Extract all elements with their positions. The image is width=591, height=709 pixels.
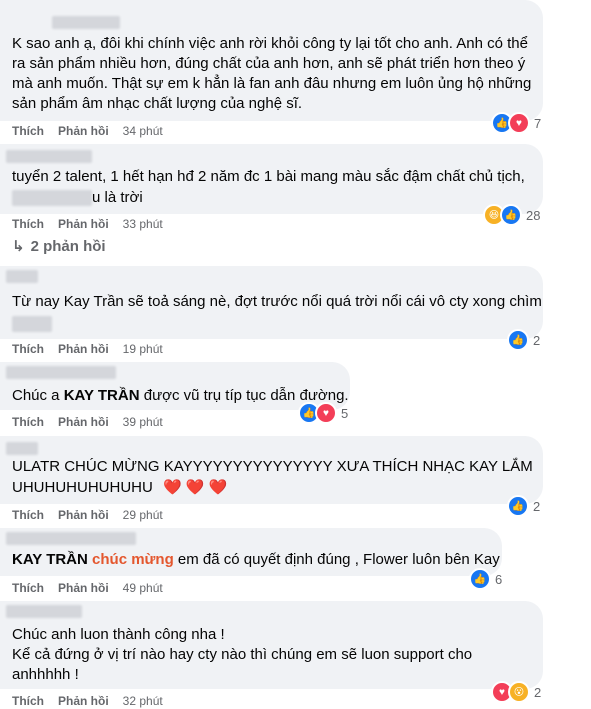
comment-text-line: Kể cả đứng ở vị trí nào hay cty nào thì …: [12, 646, 473, 663]
comment-text-line: ULATR CHÚC MỪNG KAYYYYYYYYYYYYYYY XƯA TH…: [12, 458, 533, 475]
reaction-count: 2: [533, 498, 541, 514]
like-reaction-icon: 👍: [500, 204, 522, 226]
comment-actions: Thích Phản hồi 32 phút: [12, 693, 177, 709]
timestamp[interactable]: 32 phút: [123, 694, 163, 708]
love-reaction-icon: ♥: [508, 112, 530, 134]
comment-text: KAY TRẦN chúc mừng em đã có quyết định đ…: [12, 550, 500, 570]
reaction-summary[interactable]: 👍 2: [507, 495, 540, 517]
reaction-count: 2: [533, 332, 541, 348]
blurred-author-name: [6, 150, 92, 163]
reaction-summary[interactable]: 👍 ♥ 5: [298, 402, 348, 424]
comment-text-line: UHUHUHUHUHUHU ❤️ ❤️ ❤️: [12, 478, 227, 498]
timestamp[interactable]: 19 phút: [123, 342, 163, 356]
reply-button[interactable]: Phản hồi: [58, 415, 109, 429]
like-button[interactable]: Thích: [12, 217, 44, 231]
comment-actions: Thích Phản hồi 33 phút: [12, 216, 177, 232]
comment-bubble-1: K sao anh ạ, đôi khi chính việc anh rời …: [0, 0, 543, 121]
comment-text-suffix: em đã có quyết định đúng , Flower luôn b…: [173, 551, 500, 568]
comment-actions: Thích Phản hồi 49 phút: [12, 580, 177, 596]
reaction-count: 28: [526, 207, 541, 223]
wow-reaction-icon: 😮: [508, 681, 530, 703]
comment-text-line: sản phẩm âm nhạc chất lượng của nghệ sĩ.: [12, 95, 303, 112]
reaction-summary[interactable]: ♥ 😮 2: [491, 681, 541, 703]
like-reaction-icon: 👍: [507, 329, 529, 351]
comment-bubble-6: KAY TRẦN chúc mừng em đã có quyết định đ…: [0, 528, 502, 576]
reaction-summary[interactable]: 👍 2: [507, 329, 540, 351]
comment-text-line: u là trời: [92, 189, 143, 206]
love-reaction-icon: ♥: [315, 402, 337, 424]
reaction-count: 7: [534, 115, 542, 131]
timestamp[interactable]: 34 phút: [123, 124, 163, 138]
reaction-count: 5: [341, 405, 349, 421]
comment-bubble-2: tuyển 2 talent, 1 hết hạn hđ 2 năm đc 1 …: [0, 144, 543, 214]
comment-text-prefix: Chúc a: [12, 387, 64, 404]
like-button[interactable]: Thích: [12, 342, 44, 356]
highlighted-phrase: chúc mừng: [92, 551, 174, 568]
view-replies-link[interactable]: ↳ 2 phản hồi: [12, 237, 106, 256]
reaction-summary[interactable]: 👍 6: [469, 568, 502, 590]
comment-text-line: K sao anh ạ, đôi khi chính việc anh rời …: [12, 35, 528, 52]
replies-count-label: 2 phản hồi: [30, 237, 106, 255]
blurred-author-name: [6, 366, 116, 379]
reply-button[interactable]: Phản hồi: [58, 217, 109, 231]
blurred-author-name: [52, 16, 120, 29]
mention-link[interactable]: KAY TRẦN: [12, 551, 88, 568]
reaction-count: 2: [534, 684, 542, 700]
reply-button[interactable]: Phản hồi: [58, 342, 109, 356]
comment-text-line: anhhhhh !: [12, 666, 79, 683]
timestamp[interactable]: 29 phút: [123, 508, 163, 522]
reaction-summary[interactable]: 👍 ♥ 7: [491, 112, 541, 134]
blurred-author-name: [6, 270, 38, 283]
comment-text-line: mà anh muốn. Thật sự em k hẳn là fan anh…: [12, 75, 532, 92]
mention-link[interactable]: KAY TRẦN: [64, 387, 140, 404]
heart-emoji-icon: ❤️ ❤️ ❤️: [163, 479, 228, 496]
like-button[interactable]: Thích: [12, 694, 44, 708]
comment-text-line-2: UHUHUHUHUHUHU: [12, 479, 153, 496]
timestamp[interactable]: 39 phút: [123, 415, 163, 429]
comment-text-line: Từ nay Kay Trần sẽ toả sáng nè, đợt trướ…: [12, 293, 542, 310]
comment-bubble-3: Từ nay Kay Trần sẽ toả sáng nè, đợt trướ…: [0, 266, 543, 339]
like-reaction-icon: 👍: [469, 568, 491, 590]
like-button[interactable]: Thích: [12, 124, 44, 138]
comment-actions: Thích Phản hồi 39 phút: [12, 414, 177, 430]
timestamp[interactable]: 49 phút: [123, 581, 163, 595]
reply-button[interactable]: Phản hồi: [58, 124, 109, 138]
blurred-author-name: [6, 532, 136, 545]
like-reaction-icon: 👍: [507, 495, 529, 517]
reply-button[interactable]: Phản hồi: [58, 581, 109, 595]
like-button[interactable]: Thích: [12, 415, 44, 429]
comment-bubble-5: ULATR CHÚC MỪNG KAYYYYYYYYYYYYYYY XƯA TH…: [0, 436, 543, 504]
blurred-author-name: [6, 605, 82, 618]
comment-actions: Thích Phản hồi 19 phút: [12, 341, 177, 357]
comment-text-line: ra sản phẩm nhiều hơn, đúng chất của anh…: [12, 55, 526, 72]
like-button[interactable]: Thích: [12, 581, 44, 595]
timestamp[interactable]: 33 phút: [123, 217, 163, 231]
comment-actions: Thích Phản hồi 29 phút: [12, 507, 177, 523]
blurred-mention: [12, 190, 92, 206]
comment-text-line: Chúc anh luon thành công nha !: [12, 626, 225, 643]
comment-bubble-7: Chúc anh luon thành công nha ! Kể cả đứn…: [0, 601, 543, 689]
reply-button[interactable]: Phản hồi: [58, 694, 109, 708]
comment-text-line: tuyển 2 talent, 1 hết hạn hđ 2 năm đc 1 …: [12, 168, 525, 185]
reaction-count: 6: [495, 571, 503, 587]
reply-arrow-icon: ↳: [12, 238, 25, 255]
blurred-author-name: [6, 442, 38, 455]
blurred-mention: [12, 316, 52, 332]
comment-actions: Thích Phản hồi 34 phút: [12, 123, 177, 139]
reaction-summary[interactable]: 😆 👍 28: [483, 204, 540, 226]
reply-button[interactable]: Phản hồi: [58, 508, 109, 522]
like-button[interactable]: Thích: [12, 508, 44, 522]
